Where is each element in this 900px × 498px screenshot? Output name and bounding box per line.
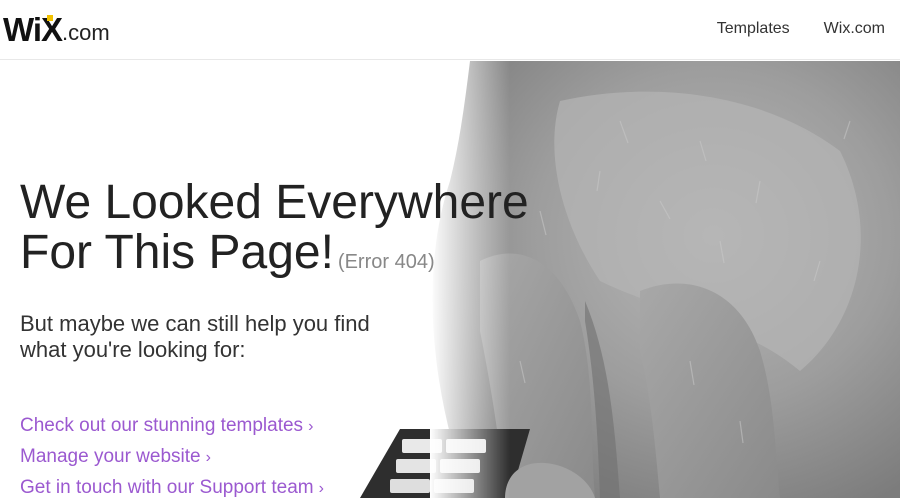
templates-link[interactable]: Check out our stunning templates › <box>20 411 324 442</box>
headline-line-1: We Looked Everywhere <box>20 176 529 229</box>
error-404-page: WiX .com Templates Wix.com We Looked Ever… <box>0 0 900 498</box>
subtitle: But maybe we can still help you find wha… <box>20 311 370 362</box>
logo-dot-icon <box>47 15 54 21</box>
error-code: (Error 404) <box>337 251 435 273</box>
wix-logo[interactable]: WiX .com <box>3 8 110 48</box>
site-header: WiX .com Templates Wix.com <box>0 0 900 60</box>
support-team-link[interactable]: Get in touch with our Support team › <box>20 473 324 498</box>
templates-link-label: Check out our stunning templates <box>20 415 304 436</box>
headline-line-2-wrap: For This Page! (Error 404) <box>20 228 580 287</box>
help-links: Check out our stunning templates › Manage… <box>20 411 324 498</box>
error-content: We Looked Everywhere For This Page! (Erro… <box>20 178 580 363</box>
manage-website-link-label: Manage your website <box>20 446 201 467</box>
headline-line-2: For This Page! <box>20 226 334 279</box>
chevron-right-icon: › <box>318 480 324 497</box>
chevron-right-icon: › <box>308 418 314 435</box>
page-title: We Looked Everywhere For This Page! (Erro… <box>20 178 580 287</box>
logo-brand: WiX <box>3 11 63 48</box>
top-nav: Templates Wix.com <box>717 18 885 40</box>
manage-website-link[interactable]: Manage your website › <box>20 442 324 473</box>
nav-wix-com-link[interactable]: Wix.com <box>824 18 885 40</box>
nav-templates-link[interactable]: Templates <box>717 18 790 40</box>
chevron-right-icon: › <box>205 449 211 466</box>
logo-suffix: .com <box>62 20 110 45</box>
support-team-link-label: Get in touch with our Support team <box>20 477 314 498</box>
